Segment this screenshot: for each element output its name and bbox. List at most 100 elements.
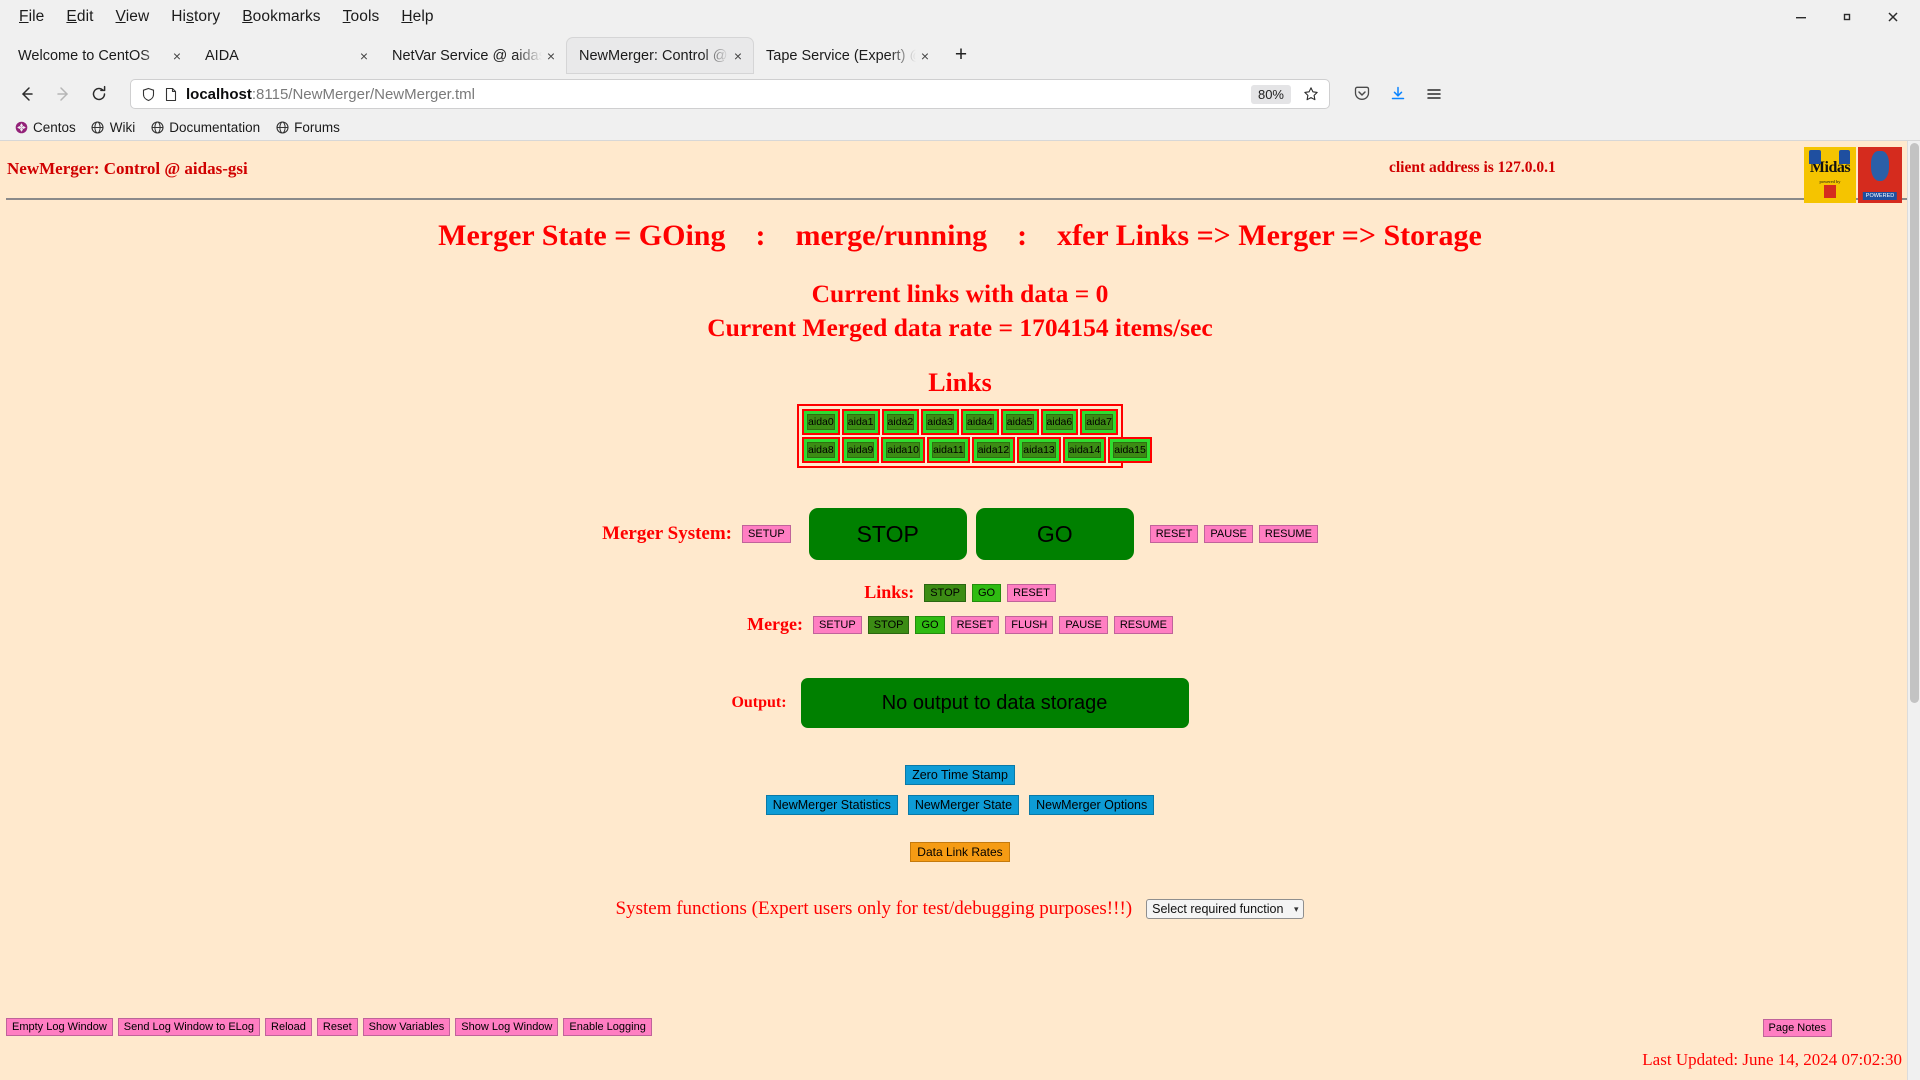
link-button[interactable]: aida12 [976, 442, 1011, 458]
zoom-level-badge[interactable]: 80% [1250, 84, 1291, 104]
link-button[interactable]: aida15 [1113, 442, 1147, 458]
menu-view[interactable]: View [105, 5, 161, 29]
link-button[interactable]: aida13 [1022, 442, 1056, 458]
menu-bookmarks[interactable]: Bookmarks [231, 5, 331, 29]
merge-reset-button[interactable]: RESET [950, 615, 1000, 634]
links-go-button[interactable]: GO [971, 583, 1002, 602]
link-button[interactable]: aida4 [966, 414, 994, 430]
bookmark-centos[interactable]: Centos [8, 118, 82, 137]
menu-help[interactable]: Help [390, 5, 444, 29]
merge-stop-button[interactable]: STOP [867, 615, 910, 634]
link-button[interactable]: aida1 [846, 414, 875, 430]
newmerger-options-button[interactable]: NewMerger Options [1029, 795, 1155, 815]
system-functions-select-wrap[interactable]: Select required function ▾ [1146, 899, 1305, 919]
link-cell[interactable]: aida14 [1062, 437, 1107, 463]
link-button[interactable]: aida9 [846, 442, 875, 458]
menu-history[interactable]: History [160, 5, 231, 29]
empty-log-window-button[interactable]: Empty Log Window [6, 1018, 113, 1036]
show-log-window-button[interactable]: Show Log Window [455, 1018, 559, 1036]
address-bar[interactable]: localhost:8115/NewMerger/NewMerger.tml 8… [130, 79, 1330, 109]
merger-reset-button[interactable]: RESET [1149, 525, 1199, 543]
link-button[interactable]: aida2 [886, 414, 915, 430]
link-cell[interactable]: aida2 [881, 409, 920, 435]
tab-aida[interactable]: AIDA × [193, 38, 379, 73]
pocket-icon[interactable] [1346, 78, 1378, 110]
tab-tape-service[interactable]: Tape Service (Expert) @ aidas-gsi × [754, 38, 940, 73]
tab-netvar-service[interactable]: NetVar Service @ aidas-gsi × [380, 38, 566, 73]
link-cell[interactable]: aida5 [1000, 409, 1039, 435]
newmerger-state-button[interactable]: NewMerger State [907, 795, 1020, 815]
tab-close-icon[interactable]: × [729, 49, 747, 63]
merger-stop-button[interactable]: STOP [808, 508, 967, 560]
merge-flush-button[interactable]: FLUSH [1005, 615, 1054, 634]
links-reset-button[interactable]: RESET [1007, 583, 1056, 602]
link-cell[interactable]: aida13 [1017, 437, 1061, 463]
page-scrollbar[interactable] [1907, 141, 1920, 1080]
hamburger-menu-icon[interactable] [1418, 78, 1450, 110]
minimize-icon[interactable] [1778, 0, 1824, 33]
merge-pause-button[interactable]: PAUSE [1059, 615, 1108, 634]
merger-setup-button[interactable]: SETUP [742, 525, 791, 543]
show-variables-button[interactable]: Show Variables [362, 1018, 451, 1036]
enable-logging-button[interactable]: Enable Logging [563, 1018, 652, 1036]
tab-close-icon[interactable]: × [355, 49, 373, 63]
data-link-rates-button[interactable]: Data Link Rates [910, 842, 1010, 862]
menu-file[interactable]: File [8, 5, 55, 29]
link-cell[interactable]: aida0 [802, 409, 840, 435]
merger-resume-button[interactable]: RESUME [1258, 525, 1318, 543]
tab-close-icon[interactable]: × [168, 49, 186, 63]
reload-icon[interactable] [82, 78, 116, 110]
system-functions-select[interactable]: Select required function [1146, 899, 1305, 919]
link-cell[interactable]: aida4 [961, 409, 999, 435]
link-button[interactable]: aida10 [886, 442, 920, 458]
bookmark-forums[interactable]: Forums [269, 118, 346, 137]
tab-close-icon[interactable]: × [916, 49, 934, 63]
merge-go-button[interactable]: GO [915, 615, 945, 634]
reload-button[interactable]: Reload [265, 1018, 312, 1036]
link-button[interactable]: aida0 [807, 414, 835, 430]
menu-tools[interactable]: Tools [332, 5, 391, 29]
link-button[interactable]: aida14 [1067, 442, 1102, 458]
menu-edit[interactable]: Edit [55, 5, 104, 29]
send-log-to-elog-button[interactable]: Send Log Window to ELog [117, 1018, 261, 1036]
link-button[interactable]: aida6 [1045, 414, 1074, 430]
page-notes-button[interactable]: Page Notes [1762, 1019, 1832, 1037]
merger-pause-button[interactable]: PAUSE [1204, 525, 1253, 543]
bookmark-star-icon[interactable] [1299, 86, 1323, 102]
bookmark-documentation[interactable]: Documentation [144, 118, 266, 137]
link-button[interactable]: aida3 [926, 414, 954, 430]
link-button[interactable]: aida11 [931, 442, 965, 458]
links-stop-button[interactable]: STOP [924, 583, 966, 602]
link-cell[interactable]: aida9 [841, 437, 880, 463]
merger-go-button[interactable]: GO [975, 508, 1134, 560]
tab-close-icon[interactable]: × [542, 49, 560, 63]
back-arrow-icon[interactable] [10, 78, 44, 110]
merge-setup-button[interactable]: SETUP [813, 615, 862, 634]
zero-time-stamp-button[interactable]: Zero Time Stamp [905, 765, 1015, 785]
close-icon[interactable] [1870, 0, 1916, 33]
link-cell[interactable]: aida1 [841, 409, 880, 435]
link-button[interactable]: aida5 [1005, 414, 1034, 430]
scrollbar-thumb[interactable] [1910, 143, 1919, 703]
tab-welcome-to-centos[interactable]: Welcome to CentOS × [6, 38, 192, 73]
link-cell[interactable]: aida8 [802, 437, 840, 463]
reset-button[interactable]: Reset [316, 1018, 358, 1036]
link-cell[interactable]: aida10 [881, 437, 925, 463]
bookmark-wiki[interactable]: Wiki [85, 118, 142, 137]
link-cell[interactable]: aida3 [921, 409, 959, 435]
link-button[interactable]: aida8 [807, 442, 835, 458]
link-cell[interactable]: aida11 [926, 437, 970, 463]
link-cell[interactable]: aida12 [971, 437, 1016, 463]
merge-resume-button[interactable]: RESUME [1113, 615, 1173, 634]
link-cell[interactable]: aida6 [1040, 409, 1079, 435]
link-button[interactable]: aida7 [1085, 414, 1113, 430]
link-cell[interactable]: aida7 [1080, 409, 1118, 435]
forward-arrow-icon[interactable] [46, 78, 80, 110]
tab-newmerger-control[interactable]: NewMerger: Control @ aidas-gsi × [567, 38, 753, 73]
download-icon[interactable] [1382, 78, 1414, 110]
output-status-button[interactable]: No output to data storage [800, 678, 1189, 728]
maximize-icon[interactable] [1824, 0, 1870, 33]
newmerger-statistics-button[interactable]: NewMerger Statistics [765, 795, 898, 815]
new-tab-button[interactable]: + [945, 39, 977, 71]
link-cell[interactable]: aida15 [1108, 437, 1152, 463]
